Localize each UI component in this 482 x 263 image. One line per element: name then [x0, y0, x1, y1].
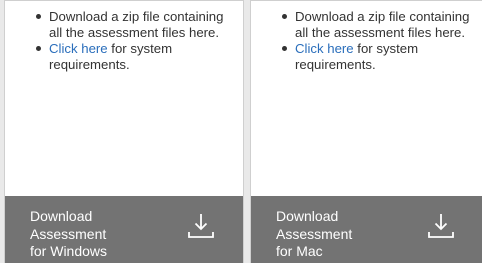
list-item: Download a zip file containing all the a… [5, 9, 243, 41]
download-label-line: for Mac [276, 243, 323, 259]
bullet-dot [282, 46, 287, 51]
download-label: Download Assessment for Mac [276, 208, 386, 261]
download-label-line: Download [276, 208, 339, 224]
list-item: Click here for system requirements. [251, 41, 482, 73]
card-mac: Download a zip file containing all the a… [250, 0, 482, 263]
bullet-dot [36, 46, 41, 51]
info-list: Download a zip file containing all the a… [5, 9, 243, 73]
info-list: Download a zip file containing all the a… [251, 9, 482, 73]
bullet-dot [36, 14, 41, 19]
download-mac-button[interactable]: Download Assessment for Mac [251, 196, 482, 263]
zip-description: Download a zip file containing all the a… [295, 9, 470, 40]
card-windows: Download a zip file containing all the a… [4, 0, 244, 263]
list-item: Click here for system requirements. [5, 41, 243, 73]
bullet-dot [282, 14, 287, 19]
download-icon [188, 214, 214, 238]
download-label-line: Assessment [30, 225, 107, 242]
download-label-line: for Windows [30, 243, 108, 259]
download-windows-button[interactable]: Download Assessment for Windows [5, 196, 243, 263]
download-label-line: Assessment [276, 225, 353, 242]
list-item: Download a zip file containing all the a… [251, 9, 482, 41]
zip-description: Download a zip file containing all the a… [49, 9, 224, 40]
system-requirements-link[interactable]: Click here [49, 41, 108, 56]
download-label: Download Assessment for Windows [30, 208, 140, 261]
download-label-line: Download [30, 208, 93, 224]
system-requirements-link[interactable]: Click here [295, 41, 354, 56]
download-icon [428, 214, 454, 238]
